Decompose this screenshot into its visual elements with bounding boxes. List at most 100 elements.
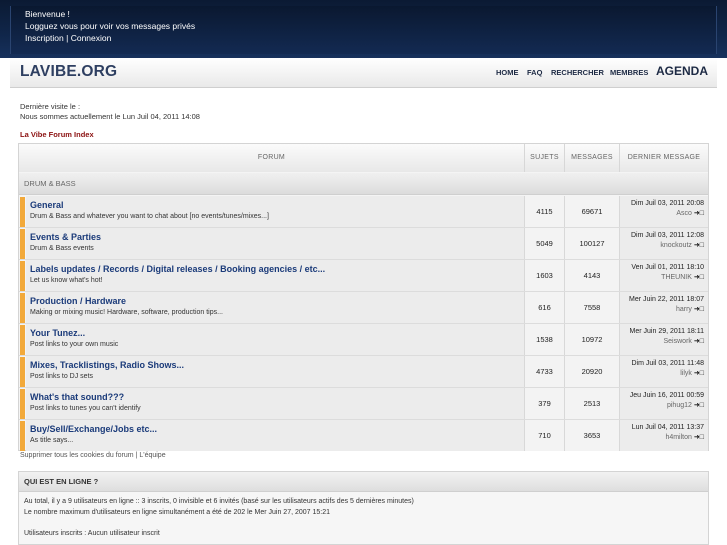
team-link[interactable]: L'équipe [139, 452, 165, 459]
topics-count: 4115 [525, 196, 565, 227]
topics-count: 710 [525, 420, 565, 451]
breadcrumb[interactable]: La Vibe Forum Index [20, 130, 94, 139]
nav-agenda[interactable]: AGENDA [656, 64, 708, 78]
last-post-date: Lun Juil 04, 2011 13:37 [631, 424, 704, 431]
forum-row: Your Tunez... Post links to your own mus… [19, 324, 708, 356]
forum-status-bar [20, 229, 25, 259]
header-topics: SUJETS [525, 144, 565, 172]
delete-cookies-link[interactable]: Supprimer tous les cookies du forum [20, 452, 134, 459]
forum-description: Drum & Bass events [30, 245, 94, 252]
online-total: Au total, il y a 9 utilisateurs en ligne… [24, 498, 414, 505]
last-post-cell: Ven Juil 01, 2011 18:10 THEUNIK ➜□ [620, 260, 708, 291]
auth-links: Inscription | Connexion [25, 33, 111, 43]
forum-description: Making or mixing music! Hardware, softwa… [30, 309, 223, 316]
arrow-right-icon[interactable]: ➜□ [694, 433, 704, 441]
login-message[interactable]: Logguez vous pour voir vos messages priv… [25, 21, 195, 31]
last-post-date: Mer Juin 29, 2011 18:11 [629, 328, 704, 335]
arrow-right-icon[interactable]: ➜□ [694, 273, 704, 281]
arrow-right-icon[interactable]: ➜□ [694, 401, 704, 409]
arrow-right-icon[interactable]: ➜□ [694, 337, 704, 345]
topics-count: 4733 [525, 356, 565, 387]
last-post-cell: Mer Juin 22, 2011 18:07 harry ➜□ [620, 292, 708, 323]
category-row[interactable]: DRUM & BASS [19, 173, 708, 195]
online-title: QUI EST EN LIGNE ? [19, 472, 708, 492]
header-last-post: DERNIER MESSAGE [620, 144, 708, 172]
site-logo[interactable]: LAVIBE.ORG [20, 63, 117, 81]
forum-title-link[interactable]: Mixes, Tracklistings, Radio Shows... [30, 360, 184, 370]
forum-status-bar [20, 325, 25, 355]
forum-title-link[interactable]: Events & Parties [30, 232, 101, 242]
forum-row: Buy/Sell/Exchange/Jobs etc... As title s… [19, 420, 708, 452]
topics-count: 5049 [525, 228, 565, 259]
forum-title-link[interactable]: Your Tunez... [30, 328, 85, 338]
forum-row: Labels updates / Records / Digital relea… [19, 260, 708, 292]
last-post-date: Dim Juil 03, 2011 11:48 [631, 360, 704, 367]
footer-separator: | [135, 452, 138, 459]
forum-row: What's that sound??? Post links to tunes… [19, 388, 708, 420]
forum-title-link[interactable]: Labels updates / Records / Digital relea… [30, 264, 325, 274]
forum-cell: Buy/Sell/Exchange/Jobs etc... As title s… [26, 420, 525, 451]
last-post-user[interactable]: THEUNIK [661, 274, 692, 281]
arrow-right-icon[interactable]: ➜□ [694, 241, 704, 249]
forum-row: Events & Parties Drum & Bass events 5049… [19, 228, 708, 260]
forum-title-link[interactable]: General [30, 200, 64, 210]
login-link[interactable]: Connexion [71, 33, 112, 43]
registered-users: Utilisateurs inscrits : Aucun utilisateu… [24, 530, 160, 537]
last-post-date: Mer Juin 22, 2011 18:07 [629, 296, 704, 303]
forum-status-bar [20, 197, 25, 227]
last-post-date: Dim Juil 03, 2011 12:08 [630, 232, 704, 239]
welcome-text: Bienvenue ! [25, 9, 70, 19]
current-time-text: Nous sommes actuellement le Lun Juil 04,… [20, 112, 200, 121]
forum-title-link[interactable]: Production / Hardware [30, 296, 126, 306]
forum-cell: Labels updates / Records / Digital relea… [26, 260, 525, 291]
forum-status-bar [20, 421, 25, 451]
online-max: Le nombre maximum d'utilisateurs en lign… [24, 509, 331, 516]
forum-description: Let us know what's hot! [30, 277, 103, 284]
posts-count: 69671 [565, 196, 620, 227]
last-post-cell: Lun Juil 04, 2011 13:37 h4milton ➜□ [620, 420, 708, 451]
posts-count: 4143 [565, 260, 620, 291]
last-post-user[interactable]: knockoutz [660, 242, 692, 249]
forum-status-bar [20, 261, 25, 291]
last-post-date: Dim Juil 03, 2011 20:08 [630, 200, 704, 207]
forum-description: Post links to your own music [30, 341, 119, 348]
forum-status-bar [20, 389, 25, 419]
register-link[interactable]: Inscription [25, 33, 64, 43]
forum-cell: What's that sound??? Post links to tunes… [26, 388, 525, 419]
arrow-right-icon[interactable]: ➜□ [694, 209, 704, 217]
posts-count: 2513 [565, 388, 620, 419]
forum-cell: Production / Hardware Making or mixing m… [26, 292, 525, 323]
last-post-user[interactable]: Asco [676, 210, 692, 217]
forum-status-bar [20, 293, 25, 323]
topics-count: 1603 [525, 260, 565, 291]
nav-search[interactable]: RECHERCHER [551, 68, 604, 77]
posts-count: 7558 [565, 292, 620, 323]
footer-links: Supprimer tous les cookies du forum | L'… [20, 452, 166, 459]
last-post-cell: Dim Juil 03, 2011 12:08 knockoutz ➜□ [620, 228, 708, 259]
top-banner-inner: Bienvenue ! Logguez vous pour voir vos m… [10, 6, 717, 54]
last-post-user[interactable]: h4milton [665, 434, 691, 441]
forum-description: Post links to tunes you can't identify [30, 405, 141, 412]
last-post-cell: Mer Juin 29, 2011 18:11 Seiswork ➜□ [620, 324, 708, 355]
forum-title-link[interactable]: What's that sound??? [30, 392, 124, 402]
nav-faq[interactable]: FAQ [527, 68, 542, 77]
nav-members[interactable]: MEMBRES [610, 68, 648, 77]
forum-title-link[interactable]: Buy/Sell/Exchange/Jobs etc... [30, 424, 157, 434]
nav-home[interactable]: HOME [496, 68, 519, 77]
last-post-user[interactable]: Seiswork [664, 338, 692, 345]
forum-cell: Your Tunez... Post links to your own mus… [26, 324, 525, 355]
last-post-user[interactable]: lilyk [680, 370, 692, 377]
last-post-user[interactable]: pihug12 [667, 402, 692, 409]
last-post-user[interactable]: harry [676, 306, 692, 313]
who-is-online-panel: QUI EST EN LIGNE ? Au total, il y a 9 ut… [18, 471, 709, 545]
header-forum: FORUM [19, 144, 525, 172]
last-post-date: Jeu Juin 16, 2011 00:59 [629, 392, 704, 399]
arrow-right-icon[interactable]: ➜□ [694, 369, 704, 377]
last-post-cell: Dim Juil 03, 2011 11:48 lilyk ➜□ [620, 356, 708, 387]
last-post-cell: Jeu Juin 16, 2011 00:59 pihug12 ➜□ [620, 388, 708, 419]
forum-cell: Mixes, Tracklistings, Radio Shows... Pos… [26, 356, 525, 387]
arrow-right-icon[interactable]: ➜□ [694, 305, 704, 313]
header-posts: MESSAGES [565, 144, 620, 172]
auth-separator: | [66, 33, 69, 43]
forum-row: Production / Hardware Making or mixing m… [19, 292, 708, 324]
